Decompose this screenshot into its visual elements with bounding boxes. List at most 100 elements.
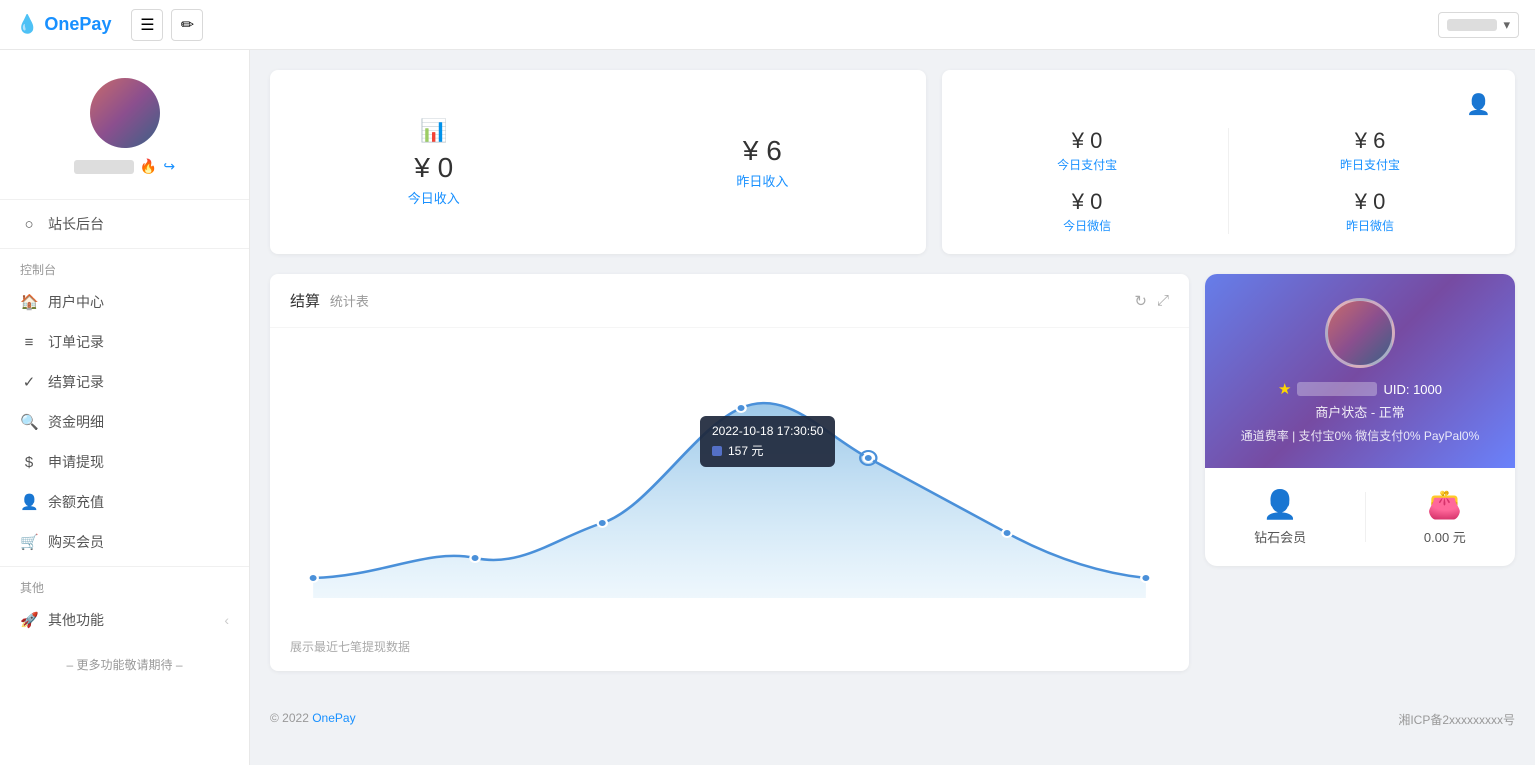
logo-icon: 💧	[16, 14, 38, 35]
user-dropdown-label	[1447, 19, 1497, 31]
sidebar-item-label-admin: 站长后台	[48, 214, 104, 234]
profile-member-label: 钻石会员	[1254, 527, 1306, 546]
username-placeholder	[74, 160, 134, 174]
logout-icon[interactable]: ↪	[163, 158, 175, 175]
sidebar-profile: 🔥 ↪	[0, 62, 249, 195]
footer-copyright: © 2022 OnePay	[270, 711, 356, 728]
username-row: 🔥 ↪	[74, 158, 175, 175]
sidebar-divider-2	[0, 248, 249, 249]
content-row: 结算 统计表 ↻ ⤢	[270, 274, 1515, 671]
profile-card-username: ★ UID: 1000	[1278, 380, 1442, 398]
yesterday-wechat-amount: ¥ 0	[1249, 189, 1491, 215]
yesterday-alipay-amount: ¥ 6	[1249, 128, 1491, 154]
income-card: 📊 ¥ 0 今日收入 ¥ 6 昨日收入	[270, 70, 926, 254]
today-alipay-label: 今日支付宝	[966, 156, 1208, 173]
home-icon: 🏠	[20, 293, 38, 311]
section-label-other: 其他	[0, 571, 249, 600]
profile-member-item: 👤 钻石会员	[1254, 488, 1306, 546]
yesterday-income-label: 昨日收入	[736, 171, 788, 190]
today-income-amount: ¥ 0	[414, 152, 453, 184]
expand-icon[interactable]: ⤢	[1157, 292, 1169, 310]
logo: 💧 OnePay	[16, 14, 111, 35]
profile-card-rates: 通道费率 | 支付宝0% 微信支付0% PayPal0%	[1241, 427, 1480, 444]
sidebar-item-label-orders: 订单记录	[48, 332, 104, 352]
sidebar-item-label-recharge: 余额充值	[48, 492, 104, 512]
list-icon: ≡	[20, 334, 38, 351]
footer-copyright-text: © 2022	[270, 711, 312, 725]
fire-icon[interactable]: 🔥	[140, 158, 157, 175]
sidebar-item-membership[interactable]: 🛒 购买会员	[0, 522, 249, 562]
alipay-card-icon: 👤	[966, 90, 1491, 118]
profile-card-status: 商户状态 - 正常	[1315, 402, 1405, 421]
sidebar-item-label-other: 其他功能	[48, 610, 104, 630]
user-dropdown[interactable]: ▾	[1438, 12, 1519, 38]
profile-card-body: 👤 钻石会员 👛 0.00 元	[1205, 468, 1515, 566]
chart-header: 结算 统计表 ↻ ⤢	[270, 274, 1189, 328]
chart-point-6	[1002, 529, 1011, 537]
person-settings-icon: 👤	[1466, 94, 1491, 116]
wallet-icon: 👛	[1427, 488, 1462, 521]
yesterday-alipay-label: 昨日支付宝	[1249, 156, 1491, 173]
sidebar-item-user-center[interactable]: 🏠 用户中心	[0, 282, 249, 322]
chart-card: 结算 统计表 ↻ ⤢	[270, 274, 1189, 671]
sidebar-item-recharge[interactable]: 👤 余额充值	[0, 482, 249, 522]
chart-bar-icon: 📊	[420, 118, 447, 144]
sidebar-item-admin[interactable]: ○ 站长后台	[0, 204, 249, 244]
yesterday-income-amount: ¥ 6	[743, 135, 782, 167]
alipay-card: 👤 ¥ 0 今日支付宝 ¥ 0 今日微信 ¥ 6 昨日支付宝 ¥ 0 昨日微信	[942, 70, 1515, 254]
stats-sub-divider	[1228, 128, 1229, 234]
star-icon: ★	[1278, 380, 1291, 398]
sidebar-item-withdraw[interactable]: $ 申请提现	[0, 442, 249, 482]
profile-card: ★ UID: 1000 商户状态 - 正常 通道费率 | 支付宝0% 微信支付0…	[1205, 274, 1515, 566]
chart-point-7	[1141, 574, 1150, 582]
sidebar-item-orders[interactable]: ≡ 订单记录	[0, 322, 249, 362]
search-icon: 🔍	[20, 413, 38, 431]
header-actions: ☰ ✏	[131, 9, 203, 41]
chevron-left-icon: ‹	[224, 612, 229, 628]
sidebar-item-label-user-center: 用户中心	[48, 292, 104, 312]
sidebar-divider-3	[0, 566, 249, 567]
chart-header-icons: ↻ ⤢	[1134, 292, 1169, 310]
sidebar-item-other-features[interactable]: 🚀 其他功能 ‹	[0, 600, 249, 640]
profile-divider	[1365, 492, 1366, 542]
refresh-icon[interactable]: ↻	[1134, 292, 1147, 310]
chart-point-4	[736, 404, 745, 412]
today-income-label: 今日收入	[408, 188, 460, 207]
profile-uid: UID: 1000	[1383, 382, 1442, 397]
person-icon: 👤	[20, 493, 38, 511]
edit-button[interactable]: ✏	[171, 9, 203, 41]
sidebar-item-funds[interactable]: 🔍 资金明细	[0, 402, 249, 442]
member-icon: 👤	[1263, 488, 1298, 521]
footer-icp: 湘ICP备2xxxxxxxxx号	[1398, 711, 1515, 728]
check-circle-icon: ✓	[20, 373, 38, 391]
chart-body: 2022-10-18 17:30:50 157 元	[270, 328, 1189, 628]
dollar-icon: $	[20, 454, 38, 471]
yesterday-alipay-item: ¥ 6 昨日支付宝 ¥ 0 昨日微信	[1249, 128, 1491, 234]
sidebar-item-label-membership: 购买会员	[48, 532, 104, 552]
profile-card-avatar	[1325, 298, 1395, 368]
rocket-icon: 🚀	[20, 611, 38, 629]
chevron-down-icon: ▾	[1503, 17, 1510, 33]
profile-card-banner: ★ UID: 1000 商户状态 - 正常 通道费率 | 支付宝0% 微信支付0…	[1205, 274, 1515, 468]
chart-point-3	[598, 519, 607, 527]
chart-point-1	[309, 574, 318, 582]
sidebar-divider-1	[0, 199, 249, 200]
footer: © 2022 OnePay 湘ICP备2xxxxxxxxx号	[270, 691, 1515, 738]
sidebar-item-settlements[interactable]: ✓ 结算记录	[0, 362, 249, 402]
yesterday-wechat-label: 昨日微信	[1249, 217, 1491, 234]
cart-icon: 🛒	[20, 533, 38, 551]
alipay-sub-row: ¥ 0 今日支付宝 ¥ 0 今日微信 ¥ 6 昨日支付宝 ¥ 0 昨日微信	[966, 128, 1491, 234]
footer-brand: OnePay	[312, 711, 355, 725]
logo-text: OnePay	[44, 14, 111, 35]
sidebar: 🔥 ↪ ○ 站长后台 控制台 🏠 用户中心 ≡ 订单记录 ✓ 结算记录 🔍 资金…	[0, 50, 250, 765]
sidebar-item-label-funds: 资金明细	[48, 412, 104, 432]
chart-svg	[290, 348, 1169, 608]
today-alipay-amount: ¥ 0	[966, 128, 1208, 154]
chart-point-5	[864, 454, 873, 462]
menu-button[interactable]: ☰	[131, 9, 163, 41]
today-wechat-label: 今日微信	[966, 217, 1208, 234]
chart-title: 结算	[290, 293, 320, 310]
sidebar-item-label-settlements: 结算记录	[48, 372, 104, 392]
main-content: 📊 ¥ 0 今日收入 ¥ 6 昨日收入 👤 ¥ 0 今日支付宝 ¥ 0	[250, 50, 1535, 765]
avatar	[90, 78, 160, 148]
